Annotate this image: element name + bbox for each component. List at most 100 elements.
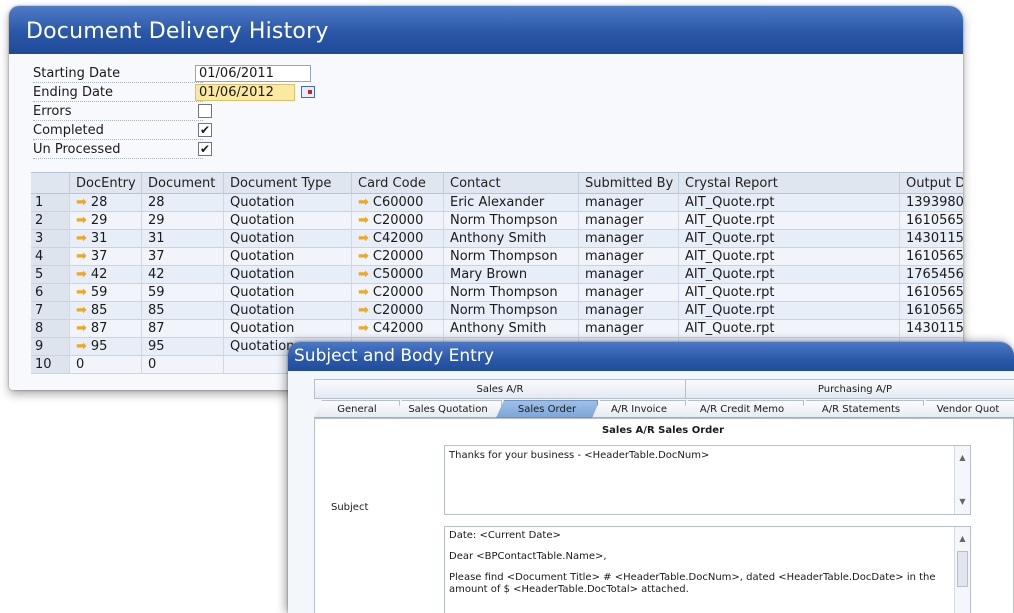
cell-text: 42 [90,267,108,282]
table-cell-report: AIT_Quote.rpt [678,266,899,283]
table-row[interactable]: 3 ➡ 31 31 Quotation ➡ C42000 Anthony Smith manag… [31,230,963,248]
scroll-up-icon[interactable]: ▲ [955,450,970,466]
ending-date-input[interactable]: 01/06/2012 [195,84,295,101]
link-arrow-icon[interactable]: ➡ [358,284,369,301]
table-row[interactable]: 6 ➡ 59 59 Quotation ➡ C20000 Norm Thompson manag… [31,284,963,302]
body-textarea[interactable]: Date: <Current Date> Dear <BPContactTable… [444,526,971,613]
tab-sales-order[interactable]: Sales Order [496,400,598,418]
scroll-down-icon[interactable]: ▼ [955,494,970,510]
column-header[interactable]: Document Type [223,173,351,194]
row-number[interactable]: 8 [31,320,69,337]
window-title: Document Delivery History [9,6,963,54]
table-cell-contact: Anthony Smith [443,230,578,247]
tab-general[interactable]: General [314,400,400,418]
link-arrow-icon[interactable]: ➡ [76,194,87,211]
cell-text: 16105659 [906,303,963,318]
link-arrow-icon[interactable]: ➡ [358,212,369,229]
cell-text: C20000 [372,213,424,228]
row-number[interactable]: 9 [31,338,69,355]
table-cell-doctype: Quotation [223,320,351,337]
cell-text: C42000 [372,321,424,336]
cell-text: 14301157 [906,321,963,336]
tab-a-r-credit-memo[interactable]: A/R Credit Memo [680,400,804,418]
row-number[interactable]: 3 [31,230,69,247]
tab-a-r-statements[interactable]: A/R Statements [798,400,924,418]
column-header[interactable]: Submitted By [578,173,678,194]
table-cell-submitted: manager [578,266,678,283]
row-number[interactable]: 10 [31,356,69,373]
body-scrollbar[interactable]: ▲ [954,527,970,613]
cell-text: manager [585,303,644,318]
column-header[interactable]: DocEntry [69,173,141,194]
table-row[interactable]: 4 ➡ 37 37 Quotation ➡ C20000 Norm Thompson manag… [31,248,963,266]
link-arrow-icon[interactable]: ➡ [358,320,369,337]
link-arrow-icon[interactable]: ➡ [76,230,87,247]
link-arrow-icon[interactable]: ➡ [76,320,87,337]
table-cell-document: 95 [141,338,223,355]
table-cell-report: AIT_Quote.rpt [678,194,899,211]
calendar-icon[interactable] [301,86,315,98]
row-number[interactable]: 2 [31,212,69,229]
link-arrow-icon[interactable]: ➡ [76,266,87,283]
scroll-up-icon[interactable]: ▲ [955,531,970,547]
tab-a-r-invoice[interactable]: A/R Invoice [592,400,686,418]
table-row[interactable]: 8 ➡ 87 87 Quotation ➡ C42000 Anthony Smith manag… [31,320,963,338]
table-row[interactable]: 5 ➡ 42 42 Quotation ➡ C50000 Mary Brown manager A… [31,266,963,284]
tab-purchasing-ap[interactable]: Purchasing A/P [685,379,1014,399]
column-header[interactable]: Crystal Report [678,173,899,194]
table-cell-document: 87 [141,320,223,337]
link-arrow-icon[interactable]: ➡ [76,302,87,319]
scroll-thumb[interactable] [957,551,968,587]
column-header[interactable]: Contact [443,173,578,194]
starting-date-input[interactable]: 01/06/2011 [195,65,311,82]
column-header[interactable]: Card Code [351,173,443,194]
link-arrow-icon[interactable]: ➡ [76,248,87,265]
checkmark-icon: ✔ [199,142,211,156]
row-number[interactable]: 7 [31,302,69,319]
row-number[interactable]: 1 [31,194,69,211]
tab-vendor-quot[interactable]: Vendor Quot [918,400,1014,418]
cell-text: 85 [148,303,165,318]
subject-textarea[interactable]: Thanks for your business - <HeaderTable.… [444,445,971,515]
table-cell-cardcode: ➡ C20000 [351,248,443,265]
column-header[interactable]: Output D [899,173,963,194]
link-arrow-icon[interactable]: ➡ [358,230,369,247]
link-arrow-icon[interactable]: ➡ [358,194,369,211]
table-cell-docentry: ➡ 29 [69,212,141,229]
cell-text: 13939807 [906,195,963,210]
cell-text: Norm Thompson [450,213,558,228]
cell-text: AIT_Quote.rpt [685,231,775,246]
table-cell-submitted: manager [578,248,678,265]
table-row[interactable]: 2 ➡ 29 29 Quotation ➡ C20000 Norm Thompson manag… [31,212,963,230]
cell-text: 42 [148,267,165,282]
completed-checkbox[interactable]: ✔ [198,123,212,137]
table-cell-cardcode: ➡ C42000 [351,320,443,337]
column-header[interactable]: Document [141,173,223,194]
row-number[interactable]: 5 [31,266,69,283]
table-cell-doctype: Quotation [223,266,351,283]
table-cell-docentry: ➡ 59 [69,284,141,301]
tab-sales-ar[interactable]: Sales A/R [314,379,686,399]
errors-checkbox[interactable] [198,104,212,118]
table-row[interactable]: 7 ➡ 85 85 Quotation ➡ C20000 Norm Thompson manag… [31,302,963,320]
link-arrow-icon[interactable]: ➡ [358,266,369,283]
link-arrow-icon[interactable]: ➡ [76,212,87,229]
link-arrow-icon[interactable]: ➡ [358,248,369,265]
table-cell-document: 31 [141,230,223,247]
link-arrow-icon[interactable]: ➡ [76,284,87,301]
row-number[interactable]: 6 [31,284,69,301]
starting-date-label: Starting Date [33,65,203,83]
table-row[interactable]: 1 ➡ 28 28 Quotation ➡ C60000 Eric Alexander mana… [31,194,963,212]
link-arrow-icon[interactable]: ➡ [76,338,87,355]
unprocessed-checkbox[interactable]: ✔ [198,142,212,156]
subject-scrollbar[interactable]: ▲ ▼ [954,446,970,514]
window-body: Starting Date 01/06/2011 Ending Date 01/… [9,54,963,390]
cell-text: Norm Thompson [450,249,558,264]
cell-text: C20000 [372,303,424,318]
body-line: Please find <Document Title> # <HeaderTa… [449,572,936,595]
table-cell-doctype: Quotation [223,212,351,229]
tab-sales-quotation[interactable]: Sales Quotation [394,400,502,418]
cell-text: C50000 [372,267,424,282]
link-arrow-icon[interactable]: ➡ [358,302,369,319]
row-number[interactable]: 4 [31,248,69,265]
